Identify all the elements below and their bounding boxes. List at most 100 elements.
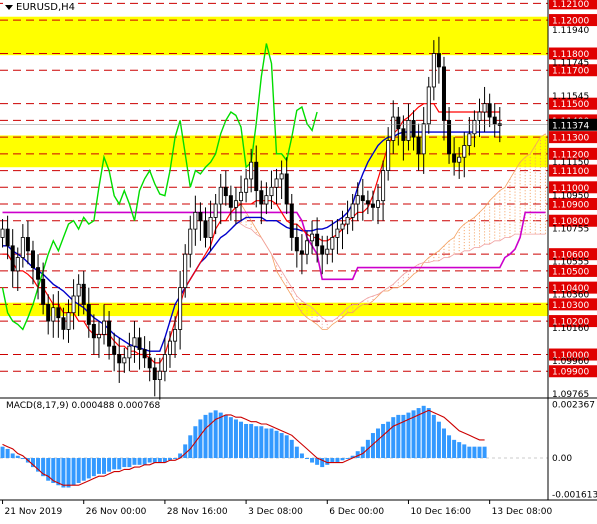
level-tag-label: 1.11100 (552, 167, 589, 177)
macd-label: MACD(8,17,9) 0.000488 0.000768 (6, 401, 160, 411)
macd-scale-label: -0.001613 (552, 491, 597, 501)
bull-candle (421, 123, 426, 155)
macd-histogram-bar (462, 444, 467, 459)
bear-candle (254, 161, 259, 192)
bull-candle (188, 228, 193, 255)
price-scale-label: 1.11150 (552, 158, 589, 168)
macd-histogram-bar (127, 458, 132, 468)
macd-histogram-bar (477, 446, 482, 459)
bull-candle (274, 178, 279, 188)
bear-candle (142, 349, 147, 359)
bull-candle (208, 216, 213, 238)
macd-histogram-bar (157, 458, 162, 463)
macd-histogram-bar (10, 453, 15, 459)
bull-candle (386, 140, 391, 171)
price-candles (0, 36, 548, 400)
symbol-label[interactable]: EURUSD,H4 (3, 2, 78, 13)
macd-histogram-bar (345, 458, 350, 460)
macd-histogram-bar (91, 458, 96, 477)
macd-name: MACD(8,17,9) (6, 401, 69, 411)
macd-histogram-bar (56, 458, 61, 486)
bull-candle (173, 329, 178, 342)
bear-candle (452, 153, 457, 163)
level-tag-label: 1.11300 (552, 134, 589, 144)
bull-candle (391, 116, 396, 141)
macd-histogram-bar (5, 448, 10, 459)
macd-pane (0, 405, 548, 488)
price-scale-label: 1.10360 (552, 290, 589, 300)
macd-histogram-bar (299, 453, 304, 459)
macd-histogram-bar (259, 426, 264, 459)
time-tick-label: 10 Dec 16:00 (410, 507, 471, 517)
time-tick-label: 28 Nov 16:00 (167, 507, 228, 517)
macd-histogram-bar (381, 423, 386, 459)
price-scale-label: 1.11940 (552, 26, 589, 36)
bear-candle (401, 128, 406, 141)
bull-candle (162, 354, 167, 372)
macd-histogram-bar (304, 458, 309, 460)
bear-candle (25, 237, 30, 252)
macd-histogram-bar (86, 458, 91, 479)
macd-histogram-bar (294, 446, 299, 459)
bear-candle (107, 320, 112, 347)
price-scale-label: 1.09960 (552, 357, 589, 367)
price-scale-label: 1.10950 (552, 192, 589, 202)
macd-histogram-bar (472, 446, 477, 459)
level-tag-label: 1.10300 (552, 301, 589, 311)
bear-candle (436, 53, 441, 68)
price-scale: 1.121001.120001.118001.117001.115001.114… (549, 0, 597, 501)
bull-candle (0, 228, 5, 238)
bear-candle (294, 237, 299, 252)
bear-candle (203, 220, 208, 238)
macd-histogram-bar (441, 428, 446, 459)
macd-histogram-bar (249, 423, 254, 459)
chart-canvas[interactable]: 1.121001.120001.118001.117001.115001.114… (0, 0, 597, 524)
price-scale-label: 1.11745 (552, 59, 589, 69)
chart-area[interactable]: 1.121001.120001.118001.117001.115001.114… (0, 0, 597, 524)
macd-histogram-bar (0, 446, 5, 459)
price-scale-label: 1.10555 (552, 258, 589, 268)
bull-candle (132, 337, 137, 347)
macd-histogram-bar (254, 426, 259, 459)
bull-candle (330, 237, 335, 250)
macd-histogram-bar (152, 458, 157, 463)
macd-histogram-bar (66, 458, 71, 488)
bear-candle (360, 195, 365, 202)
bull-candle (244, 178, 249, 193)
bear-candle (41, 278, 46, 305)
macd-histogram-bar (279, 433, 284, 459)
time-tick-label: 6 Dec 00:00 (329, 507, 384, 517)
bull-candle (426, 86, 431, 125)
macd-histogram-bar (96, 458, 101, 474)
bear-candle (315, 233, 320, 247)
bear-candle (416, 136, 421, 155)
bull-candle (457, 156, 462, 163)
symbol-text: EURUSD,H4 (16, 2, 76, 13)
bull-candle (127, 345, 132, 359)
macd-scale-label: 0.002367 (552, 400, 595, 410)
bear-candle (411, 120, 416, 138)
bear-candle (396, 116, 401, 130)
macd-histogram-bar (208, 412, 213, 459)
macd-histogram-bar (426, 408, 431, 459)
level-tag-label: 1.09900 (552, 368, 589, 378)
macd-histogram-bar (81, 458, 86, 481)
macd-histogram-bar (482, 446, 487, 459)
macd-histogram-bar (132, 458, 137, 465)
macd-histogram-bar (274, 430, 279, 459)
macd-histogram-bar (142, 458, 147, 465)
bull-candle (472, 120, 477, 135)
time-tick-label: 3 Dec 08:00 (248, 507, 303, 517)
bear-candle (370, 203, 375, 208)
bear-candle (117, 354, 122, 364)
bull-candle (183, 253, 188, 289)
bull-candle (233, 200, 238, 208)
macd-histogram-bar (396, 414, 401, 459)
bull-candle (157, 370, 162, 381)
bear-candle (36, 267, 41, 280)
bear-candle (147, 357, 152, 369)
bull-candle (96, 334, 101, 339)
macd-histogram-bar (447, 435, 452, 459)
macd-histogram-bar (310, 458, 315, 463)
bull-candle (462, 145, 467, 158)
